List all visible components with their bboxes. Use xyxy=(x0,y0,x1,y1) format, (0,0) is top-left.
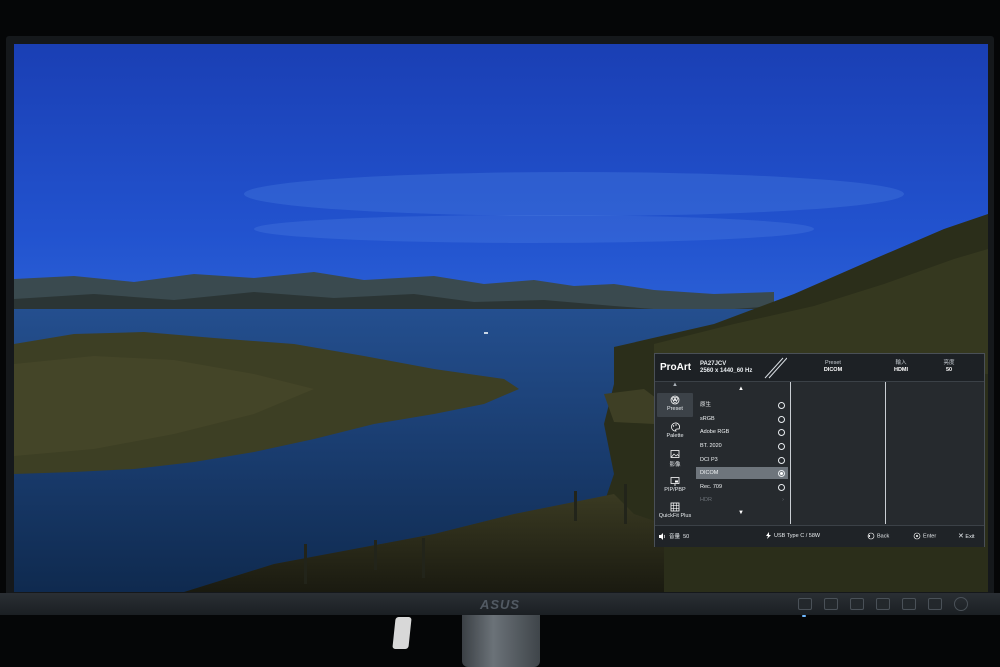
osd-header: ProArt PA27JCV 2560 x 1440_60 Hz Preset … xyxy=(655,354,984,382)
osd-sidebar: ▲ Preset Palette 影像 PIP/PBP QuickFit Plu… xyxy=(655,382,694,536)
option-hdr[interactable]: HDR › xyxy=(696,494,788,506)
sidebar-label: PIP/PBP xyxy=(664,487,686,493)
input-status: 輸入 HDMI xyxy=(893,360,909,373)
hw-button-3[interactable] xyxy=(850,598,864,610)
exit-hint[interactable]: ✕ Exit xyxy=(958,532,975,540)
option-bt2020[interactable]: BT. 2020 xyxy=(696,440,788,452)
cable xyxy=(392,617,412,649)
hw-button-6[interactable] xyxy=(928,598,942,610)
monitor-stand xyxy=(462,615,540,667)
sidebar-label: 影像 xyxy=(669,462,681,468)
joystick-press-icon xyxy=(913,532,921,540)
speaker-icon xyxy=(659,533,666,541)
screen: ProArt PA27JCV 2560 x 1440_60 Hz Preset … xyxy=(14,44,988,592)
radio-icon xyxy=(778,402,785,409)
sidebar-label: QuickFit Plus xyxy=(658,513,692,519)
hardware-buttons xyxy=(798,597,968,611)
preset-option-list: ▲ 原生 sRGB Adobe RGB BT. 2020 DCI P3 DICO… xyxy=(694,382,790,522)
preset-icon xyxy=(670,395,680,405)
sidebar-label: Palette xyxy=(666,433,684,439)
list-down-arrow-icon[interactable]: ▼ xyxy=(738,510,744,516)
osd-menu: ProArt PA27JCV 2560 x 1440_60 Hz Preset … xyxy=(654,353,985,547)
volume-indicator: 音量 50 xyxy=(659,532,689,541)
brightness-status: 亮度 50 xyxy=(943,360,955,373)
model-name: PA27JCV xyxy=(700,361,727,367)
joystick-left-icon xyxy=(867,532,875,540)
radio-selected-icon xyxy=(778,470,785,477)
sidebar-label: Preset xyxy=(667,406,683,412)
option-native[interactable]: 原生 xyxy=(696,399,788,411)
power-led xyxy=(802,615,806,617)
image-icon xyxy=(670,450,680,458)
option-srgb[interactable]: sRGB xyxy=(696,413,788,425)
back-hint[interactable]: Back xyxy=(867,532,889,540)
radio-icon xyxy=(778,429,785,436)
power-button[interactable] xyxy=(954,597,968,611)
asus-logo: ASUS xyxy=(479,597,521,612)
sidebar-up-arrow-icon[interactable]: ▲ xyxy=(671,382,679,388)
grid-icon xyxy=(670,502,680,512)
pip-icon xyxy=(670,477,680,486)
option-adobe-rgb[interactable]: Adobe RGB xyxy=(696,426,788,438)
sidebar-item-quickfit[interactable]: QuickFit Plus xyxy=(657,500,693,524)
proart-logo: ProArt xyxy=(660,362,692,373)
enter-hint[interactable]: Enter xyxy=(913,532,936,540)
option-dci-p3[interactable]: DCI P3 xyxy=(696,454,788,466)
close-icon: ✕ xyxy=(958,533,964,540)
usb-c-indicator: USB Type C / 58W xyxy=(765,532,820,539)
header-divider-icon xyxy=(764,357,787,379)
sidebar-item-pip[interactable]: PIP/PBP xyxy=(657,474,693,498)
sidebar-item-preset[interactable]: Preset xyxy=(657,393,693,417)
hw-button-2[interactable] xyxy=(824,598,838,610)
option-rec709[interactable]: Rec. 709 xyxy=(696,481,788,493)
palette-icon xyxy=(671,422,680,432)
column-divider xyxy=(885,382,886,524)
list-up-arrow-icon[interactable]: ▲ xyxy=(738,386,744,392)
radio-icon xyxy=(778,484,785,491)
column-divider xyxy=(790,382,791,524)
lightning-icon xyxy=(766,532,771,539)
hw-button-4[interactable] xyxy=(876,598,890,610)
sidebar-item-palette[interactable]: Palette xyxy=(657,420,693,444)
preset-status: Preset DICOM xyxy=(823,360,843,373)
option-dicom[interactable]: DICOM xyxy=(696,467,788,479)
chevron-right-icon: › xyxy=(782,497,784,503)
radio-icon xyxy=(778,416,785,423)
radio-icon xyxy=(778,457,785,464)
resolution: 2560 x 1440_60 Hz xyxy=(700,368,753,374)
osd-footer: 音量 50 USB Type C / 58W Back Enter ✕ Exit xyxy=(655,525,984,547)
model-info: PA27JCV 2560 x 1440_60 Hz xyxy=(700,361,752,375)
hw-button-5[interactable] xyxy=(902,598,916,610)
radio-icon xyxy=(778,443,785,450)
sidebar-item-image[interactable]: 影像 xyxy=(657,447,693,471)
hw-button-1[interactable] xyxy=(798,598,812,610)
